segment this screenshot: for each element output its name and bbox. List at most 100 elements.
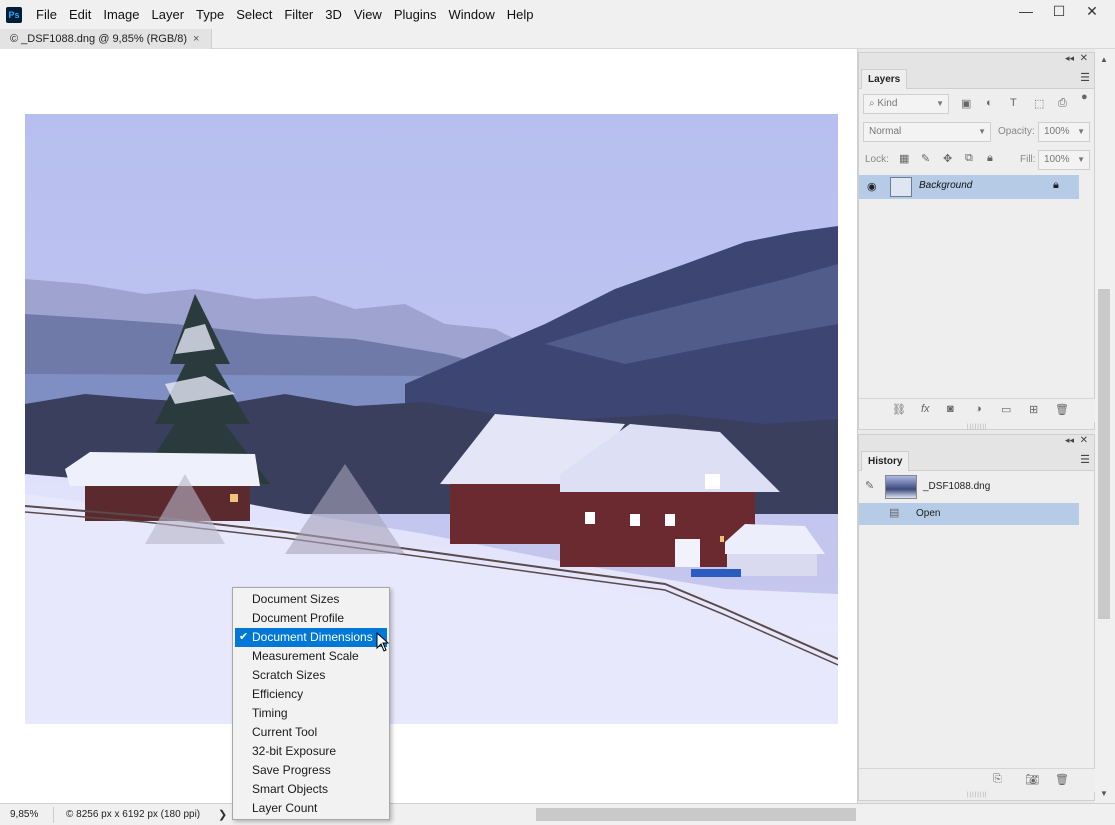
menu-bar: Ps File Edit Image Layer Type Select Fil… <box>0 0 1115 29</box>
filter-type-icon[interactable]: T <box>1010 97 1017 109</box>
lock-position-icon[interactable]: ✥ <box>943 152 952 165</box>
document-image[interactable] <box>25 114 838 724</box>
zoom-field[interactable]: 9,85% <box>4 807 54 823</box>
layer-row-background[interactable]: ◉ Background 🔒︎ <box>859 175 1079 199</box>
fx-icon[interactable]: fx <box>921 403 930 415</box>
close-tab-icon[interactable]: × <box>193 33 199 45</box>
fill-label: Fill: <box>1020 154 1036 165</box>
opacity-label: Opacity: <box>998 126 1035 137</box>
menu-item-smart-objects[interactable]: Smart Objects <box>233 780 389 799</box>
layer-name: Background <box>919 180 973 191</box>
resize-grip[interactable]: |||||||| <box>967 424 987 430</box>
kind-label: Kind <box>877 98 898 109</box>
resize-grip[interactable]: |||||||| <box>967 792 987 798</box>
menu-select[interactable]: Select <box>230 0 278 29</box>
chevron-down-icon: ▼ <box>936 99 944 108</box>
new-document-from-state-icon[interactable]: ⎘ <box>993 773 1002 786</box>
new-layer-icon[interactable]: ⊞ <box>1029 403 1038 416</box>
horizontal-scrollbar[interactable] <box>390 808 1090 821</box>
history-snapshot[interactable]: ✎ _DSF1088.dng <box>859 473 1079 501</box>
menu-type[interactable]: Type <box>190 0 230 29</box>
document-tab[interactable]: © _DSF1088.dng @ 9,85% (RGB/8) × <box>0 29 212 49</box>
menu-item-document-dimensions[interactable]: ✔ Document Dimensions <box>235 628 387 647</box>
adjustment-layer-icon[interactable]: ◑ <box>975 403 982 415</box>
menu-item-document-profile[interactable]: Document Profile <box>233 609 389 628</box>
menu-item-save-progress[interactable]: Save Progress <box>233 761 389 780</box>
snapshot-name: _DSF1088.dng <box>923 481 991 492</box>
layers-panel: ◂◂ ✕ Layers ☰ ⌕ Kind ▼ ▣ ◐ T ⬚ ⎙ ● Norma… <box>858 52 1096 430</box>
menu-plugins[interactable]: Plugins <box>388 0 443 29</box>
lock-label: Lock: <box>865 154 889 165</box>
layer-filter-kind[interactable]: ⌕ Kind ▼ <box>863 94 949 114</box>
link-layers-icon[interactable]: ⛓ <box>892 403 906 416</box>
camera-icon[interactable]: 📷︎ <box>1025 773 1039 786</box>
vertical-scrollbar[interactable]: ▲ ▼ <box>1095 49 1115 803</box>
panel-menu-icon[interactable]: ☰ <box>1080 453 1090 466</box>
chevron-down-icon: ▼ <box>1077 127 1085 136</box>
filter-pixel-icon[interactable]: ▣ <box>961 97 971 110</box>
opacity-input[interactable]: 100% ▼ <box>1038 122 1090 142</box>
menu-item-current-tool[interactable]: Current Tool <box>233 723 389 742</box>
trash-icon[interactable]: 🗑︎ <box>1055 773 1069 786</box>
blend-mode-value: Normal <box>869 126 902 137</box>
new-group-icon[interactable]: ▭ <box>1001 403 1011 416</box>
status-menu-arrow-icon[interactable]: ❯ <box>218 807 227 823</box>
lock-icon[interactable]: 🔒︎ <box>1053 179 1059 192</box>
chevron-down-icon: ▼ <box>1077 155 1085 164</box>
history-panel-footer: ⎘ 📷︎ 🗑︎ <box>859 768 1096 792</box>
collapse-panel-icon[interactable]: ◂◂ <box>1065 435 1074 446</box>
horizontal-scroll-thumb[interactable] <box>536 808 856 821</box>
minimize-button[interactable]: — <box>1011 0 1041 22</box>
add-mask-icon[interactable]: ◙ <box>947 403 954 415</box>
menu-view[interactable]: View <box>348 0 388 29</box>
history-state-label: Open <box>916 508 941 519</box>
filter-shape-icon[interactable]: ⬚ <box>1034 97 1044 110</box>
history-panel: ◂◂ ✕ History ☰ ✎ _DSF1088.dng ▤ Open ⎘ 📷… <box>858 434 1096 801</box>
close-panel-icon[interactable]: ✕ <box>1080 435 1088 446</box>
canvas-area[interactable] <box>0 49 857 803</box>
menu-file[interactable]: File <box>30 0 63 29</box>
scroll-down-icon[interactable]: ▼ <box>1100 789 1108 798</box>
collapse-panel-icon[interactable]: ◂◂ <box>1065 53 1074 64</box>
tab-history[interactable]: History <box>861 451 910 471</box>
status-info-menu: Document Sizes Document Profile ✔ Docume… <box>232 587 390 820</box>
menu-item-efficiency[interactable]: Efficiency <box>233 685 389 704</box>
menu-3d[interactable]: 3D <box>319 0 348 29</box>
panel-menu-icon[interactable]: ☰ <box>1080 71 1090 84</box>
menu-layer[interactable]: Layer <box>146 0 191 29</box>
vertical-scroll-thumb[interactable] <box>1098 289 1110 619</box>
close-panel-icon[interactable]: ✕ <box>1080 53 1088 64</box>
lock-all-icon[interactable]: 🔒︎ <box>987 152 993 165</box>
fill-input[interactable]: 100% ▼ <box>1038 150 1090 170</box>
trash-icon[interactable]: 🗑︎ <box>1055 403 1069 416</box>
filter-adjustment-icon[interactable]: ◐ <box>986 97 993 109</box>
lock-pixels-icon[interactable]: ✎ <box>921 152 930 165</box>
lock-transparency-icon[interactable]: ▦ <box>899 152 909 165</box>
menu-item-layer-count[interactable]: Layer Count <box>233 799 389 818</box>
layer-thumbnail <box>890 177 912 197</box>
filter-smart-object-icon[interactable]: ⎙ <box>1058 97 1067 110</box>
menu-item-32bit-exposure[interactable]: 32-bit Exposure <box>233 742 389 761</box>
menu-item-document-sizes[interactable]: Document Sizes <box>233 590 389 609</box>
menu-window[interactable]: Window <box>442 0 500 29</box>
checkmark-icon: ✔ <box>239 631 249 643</box>
history-brush-icon[interactable]: ✎ <box>865 479 874 492</box>
tab-layers[interactable]: Layers <box>861 69 908 89</box>
menu-filter[interactable]: Filter <box>278 0 319 29</box>
lock-artboard-icon[interactable]: ⧉ <box>965 152 973 165</box>
menu-help[interactable]: Help <box>501 0 540 29</box>
eye-icon[interactable]: ◉ <box>867 180 877 193</box>
scroll-up-icon[interactable]: ▲ <box>1100 55 1108 64</box>
blend-mode-select[interactable]: Normal ▼ <box>863 122 991 142</box>
menu-item-timing[interactable]: Timing <box>233 704 389 723</box>
menu-edit[interactable]: Edit <box>63 0 97 29</box>
menu-item-scratch-sizes[interactable]: Scratch Sizes <box>233 666 389 685</box>
maximize-button[interactable]: ☐ <box>1044 0 1074 22</box>
filter-toggle-icon[interactable]: ● <box>1081 91 1088 103</box>
history-state-open[interactable]: ▤ Open <box>859 503 1079 525</box>
chevron-down-icon: ▼ <box>978 127 986 136</box>
menu-item-measurement-scale[interactable]: Measurement Scale <box>233 647 389 666</box>
menu-image[interactable]: Image <box>97 0 145 29</box>
close-window-button[interactable]: ✕ <box>1077 0 1107 22</box>
opacity-value: 100% <box>1044 126 1070 137</box>
